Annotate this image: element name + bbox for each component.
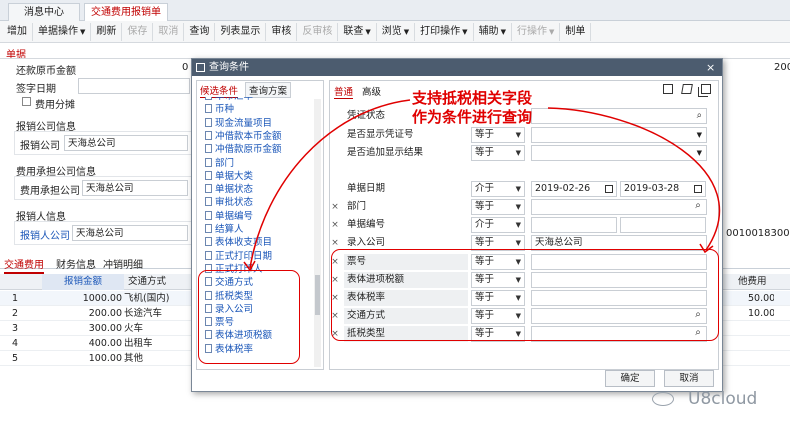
wechat-logo-icon: [652, 392, 674, 406]
arrow-to-tree: [249, 99, 411, 269]
arrow-to-conditions: [547, 107, 721, 251]
watermark: U8cloud: [688, 389, 758, 409]
arrowhead-tree: [243, 260, 256, 272]
annotation-arrows: [243, 99, 721, 272]
